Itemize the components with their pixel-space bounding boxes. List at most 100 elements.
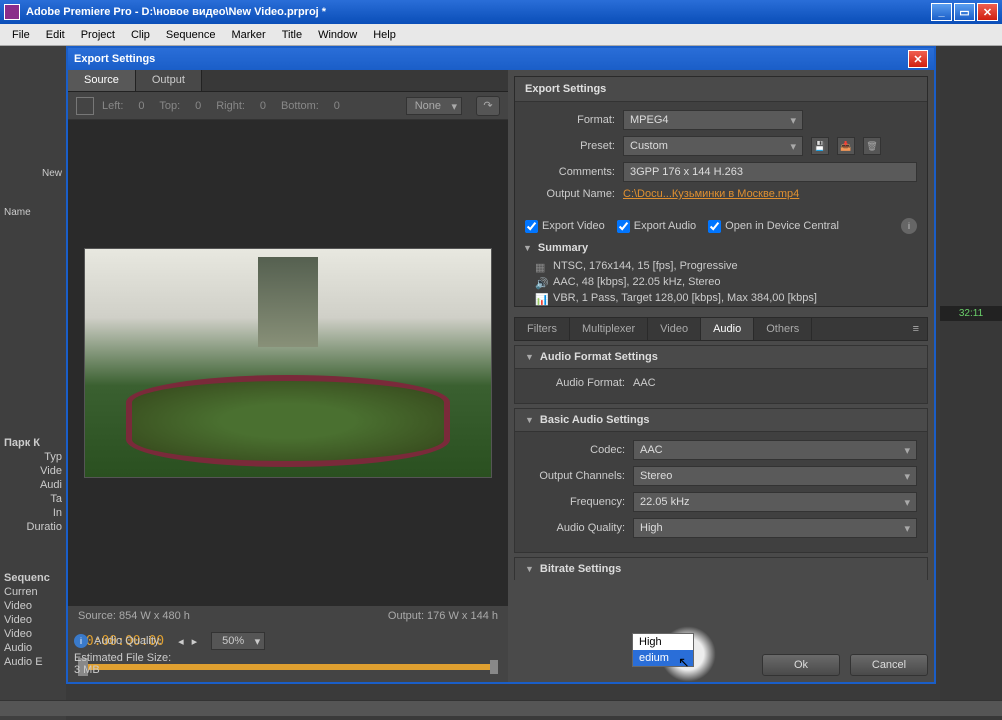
timeline-strip: 32:11 [940, 46, 1002, 720]
import-preset-icon[interactable]: 📥 [837, 137, 855, 155]
clip-name: Парк К [0, 436, 66, 450]
frequency-label: Frequency: [525, 496, 625, 508]
sequence-panel: Sequenc Curren Video Video Video Audio A… [0, 571, 66, 669]
tab-menu-icon[interactable]: ≡ [905, 318, 927, 340]
minimize-button[interactable]: _ [931, 3, 952, 21]
preview-viewport [68, 120, 508, 606]
menu-project[interactable]: Project [73, 27, 123, 43]
preview-panel: Source Output Left: 0 Top: 0 Right: 0 Bo… [68, 70, 508, 682]
quality-option-medium[interactable]: edium [633, 650, 693, 666]
audio-format-collapse-icon[interactable]: ▼ [525, 352, 534, 362]
bitrate-icon: 📊 [535, 293, 547, 303]
tab-video[interactable]: Video [648, 318, 701, 340]
crop-left-label: Left: [102, 100, 123, 112]
audio-format-header: Audio Format Settings [540, 351, 658, 363]
menu-clip[interactable]: Clip [123, 27, 158, 43]
open-device-checkbox[interactable]: Open in Device Central [708, 220, 839, 233]
export-settings-header: Export Settings [515, 77, 927, 102]
menu-title[interactable]: Title [274, 27, 310, 43]
crop-right-value[interactable]: 0 [253, 100, 273, 112]
delete-preset-icon[interactable]: 🗑 [863, 137, 881, 155]
tab-source[interactable]: Source [68, 70, 136, 91]
summary-header: Summary [538, 242, 588, 254]
proj-in: In [0, 506, 66, 520]
seq-audio2: Audio E [0, 655, 66, 669]
basic-audio-collapse-icon[interactable]: ▼ [525, 415, 534, 425]
codec-dropdown[interactable]: AAC [633, 440, 917, 460]
export-settings-dialog: Export Settings ✕ Source Output Left: 0 … [66, 46, 936, 684]
bitrate-header: Bitrate Settings [540, 563, 621, 575]
crop-toolbar: Left: 0 Top: 0 Right: 0 Bottom: 0 None ↷ [68, 92, 508, 120]
seq-header: Sequenc [0, 571, 66, 585]
video-icon: ▦ [535, 261, 547, 271]
menu-marker[interactable]: Marker [223, 27, 273, 43]
tab-filters[interactable]: Filters [515, 318, 570, 340]
tab-others[interactable]: Others [754, 318, 812, 340]
crop-aspect-dropdown[interactable]: None [406, 97, 462, 115]
settings-tabs: Filters Multiplexer Video Audio Others ≡ [514, 317, 928, 341]
audio-format-value: AAC [633, 377, 656, 389]
menu-window[interactable]: Window [310, 27, 365, 43]
crop-icon[interactable] [76, 97, 94, 115]
menu-file[interactable]: File [4, 27, 38, 43]
seq-current: Curren [0, 585, 66, 599]
crop-bottom-label: Bottom: [281, 100, 319, 112]
basic-audio-header: Basic Audio Settings [540, 414, 650, 426]
bitrate-collapse-icon[interactable]: ▼ [525, 564, 534, 574]
summary-bitrate: VBR, 1 Pass, Target 128,00 [kbps], Max 3… [553, 292, 817, 304]
preset-dropdown[interactable]: Custom [623, 136, 803, 156]
ok-button[interactable]: Ok [762, 654, 840, 676]
share-icon[interactable]: ↷ [476, 96, 500, 116]
cancel-button[interactable]: Cancel [850, 654, 928, 676]
format-dropdown[interactable]: MPEG4 [623, 110, 803, 130]
menu-sequence[interactable]: Sequence [158, 27, 224, 43]
menu-edit[interactable]: Edit [38, 27, 73, 43]
comments-label: Comments: [525, 166, 615, 178]
quality-dropdown[interactable]: High [633, 518, 917, 538]
summary-video: NTSC, 176x144, 15 [fps], Progressive [553, 260, 738, 272]
channels-label: Output Channels: [525, 470, 625, 482]
save-preset-icon[interactable]: 💾 [811, 137, 829, 155]
tab-output[interactable]: Output [136, 70, 202, 91]
channels-dropdown[interactable]: Stereo [633, 466, 917, 486]
dialog-title: Export Settings [74, 53, 908, 65]
proj-audio: Audi [0, 478, 66, 492]
dialog-titlebar: Export Settings ✕ [68, 48, 934, 70]
tab-audio[interactable]: Audio [701, 318, 754, 340]
menu-help[interactable]: Help [365, 27, 404, 43]
crop-left-value[interactable]: 0 [131, 100, 151, 112]
info-icon[interactable]: i [901, 218, 917, 234]
crop-bottom-value[interactable]: 0 [327, 100, 347, 112]
output-name-label: Output Name: [525, 188, 615, 200]
output-name-link[interactable]: C:\Docu...Кузьминки в Москве.mp4 [623, 188, 799, 200]
new-label: New [0, 164, 66, 183]
proj-video: Vide [0, 464, 66, 478]
settings-panel: Export Settings Format: MPEG4 Preset: Cu… [508, 70, 934, 682]
quality-dropdown-popup: High edium [632, 633, 694, 667]
comments-input[interactable] [623, 162, 917, 182]
codec-label: Codec: [525, 444, 625, 456]
crop-top-value[interactable]: 0 [188, 100, 208, 112]
horizontal-scrollbar[interactable] [0, 700, 1002, 716]
summary-audio: AAC, 48 [kbps], 22.05 kHz, Stereo [553, 276, 721, 288]
name-header: Name [0, 203, 66, 222]
export-video-checkbox[interactable]: Export Video [525, 220, 605, 233]
export-audio-checkbox[interactable]: Export Audio [617, 220, 696, 233]
maximize-button[interactable]: ▭ [954, 3, 975, 21]
close-button[interactable]: ✕ [977, 3, 998, 21]
source-dimensions: Source: 854 W x 480 h [78, 610, 190, 622]
tab-multiplexer[interactable]: Multiplexer [570, 318, 648, 340]
frequency-dropdown[interactable]: 22.05 kHz [633, 492, 917, 512]
seq-video1: Video [0, 599, 66, 613]
proj-type: Typ [0, 450, 66, 464]
proj-ta: Ta [0, 492, 66, 506]
summary-collapse-icon[interactable]: ▼ [523, 243, 532, 253]
crop-right-label: Right: [216, 100, 245, 112]
format-label: Format: [525, 114, 615, 126]
quality-option-high[interactable]: High [633, 634, 693, 650]
window-title: Adobe Premiere Pro - D:\новое видео\New … [26, 6, 931, 18]
quality-label: Audio Quality: [525, 522, 625, 534]
proj-duration: Duratio [0, 520, 66, 534]
timeline-timecode: 32:11 [940, 306, 1002, 321]
dialog-close-button[interactable]: ✕ [908, 50, 928, 68]
